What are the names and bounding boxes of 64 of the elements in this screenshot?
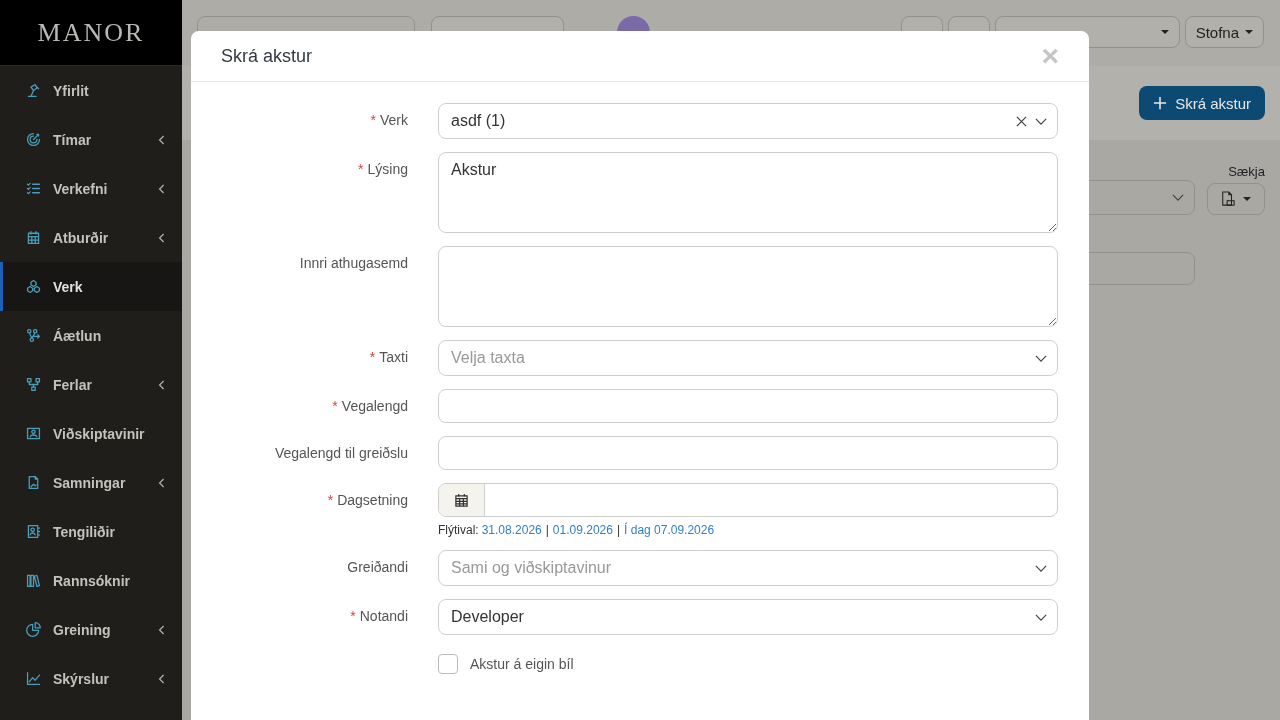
date-link[interactable]: 01.09.2026 <box>552 523 613 537</box>
select-field[interactable]: Developer <box>438 599 1058 635</box>
add-button[interactable]: Skrá akstur <box>1139 86 1265 120</box>
sidebar-item[interactable]: Tengiliðir <box>0 507 182 556</box>
spreadsheet-file-icon <box>1221 191 1235 207</box>
field-label: Innri athugasemd <box>299 255 408 271</box>
sidebar-item[interactable]: Yfirlit <box>0 66 182 115</box>
calendar-icon <box>25 229 42 246</box>
create-button[interactable]: Stofna <box>1184 16 1264 48</box>
sidebar-item[interactable]: Verkefni <box>0 164 182 213</box>
chevron-down-icon <box>1035 354 1047 362</box>
field-label: * Notandi <box>350 608 408 624</box>
cubes-icon <box>25 278 42 295</box>
sidebar-item[interactable]: Samningar <box>0 458 182 507</box>
field-label: * Taxti <box>369 349 408 365</box>
checkbox[interactable] <box>438 654 458 674</box>
clear-icon[interactable] <box>1016 115 1027 127</box>
field-label: Vegalengd til greiðslu <box>274 445 408 461</box>
hierarchy-icon <box>25 376 42 393</box>
hint-label: Flýtival: <box>438 523 479 537</box>
chevron-down-icon <box>1172 194 1184 201</box>
sidebar-item[interactable]: Verk <box>0 262 182 311</box>
text-area[interactable]: Akstur <box>438 152 1058 233</box>
field-label: * Lýsing <box>358 161 408 177</box>
books-icon <box>25 572 42 589</box>
input-field[interactable] <box>438 436 1058 470</box>
date-field[interactable] <box>438 483 1058 517</box>
plus-icon <box>1153 96 1168 110</box>
target-icon <box>25 131 42 148</box>
sidebar-item[interactable]: Greining <box>0 605 182 654</box>
line-chart-icon <box>25 670 42 687</box>
download-label: Sækja <box>1228 164 1265 179</box>
sidebar-item[interactable]: Áætlun <box>0 311 182 360</box>
sidebar-item[interactable]: Skýrslur <box>0 654 182 703</box>
field-label: * Vegalengd <box>332 398 408 414</box>
chevron-down-icon <box>1035 564 1047 572</box>
chevron-down-icon <box>1035 117 1047 125</box>
calendar-icon[interactable] <box>454 492 469 508</box>
sidebar-item[interactable]: Ferlar <box>0 360 182 409</box>
checkbox-label[interactable]: Akstur á eigin bíl <box>470 656 574 672</box>
sidebar-item[interactable]: Rannsóknir <box>0 556 182 605</box>
modal-title: Skrá akstur <box>221 45 313 67</box>
separator: | <box>616 523 621 537</box>
sidebar-item[interactable]: Viðskiptavinir <box>0 409 182 458</box>
field-label: Greiðandi <box>347 559 408 575</box>
checklist-icon <box>25 180 42 197</box>
people-card-icon <box>25 425 42 442</box>
chevron-down-icon <box>1035 613 1047 621</box>
logo: MANOR <box>0 0 182 66</box>
date-link[interactable]: Í dag 07.09.2026 <box>624 523 715 537</box>
select-field[interactable]: asdf (1) <box>438 103 1058 139</box>
separator: | <box>545 523 549 537</box>
sidebar-item[interactable]: Atburðir <box>0 213 182 262</box>
input-field[interactable] <box>438 389 1058 423</box>
text-area[interactable] <box>438 246 1058 327</box>
contact-card-icon <box>25 523 42 540</box>
field-label: * Dagsetning <box>327 492 408 508</box>
sidebar-item[interactable]: Tímar <box>0 115 182 164</box>
desk-lamp-icon <box>25 82 42 99</box>
export-button[interactable] <box>1207 183 1265 215</box>
field-label: * Verk <box>370 112 408 128</box>
pie-chart-icon <box>25 621 42 638</box>
date-link[interactable]: 31.08.2026 <box>481 523 542 537</box>
flow-icon <box>25 327 42 344</box>
